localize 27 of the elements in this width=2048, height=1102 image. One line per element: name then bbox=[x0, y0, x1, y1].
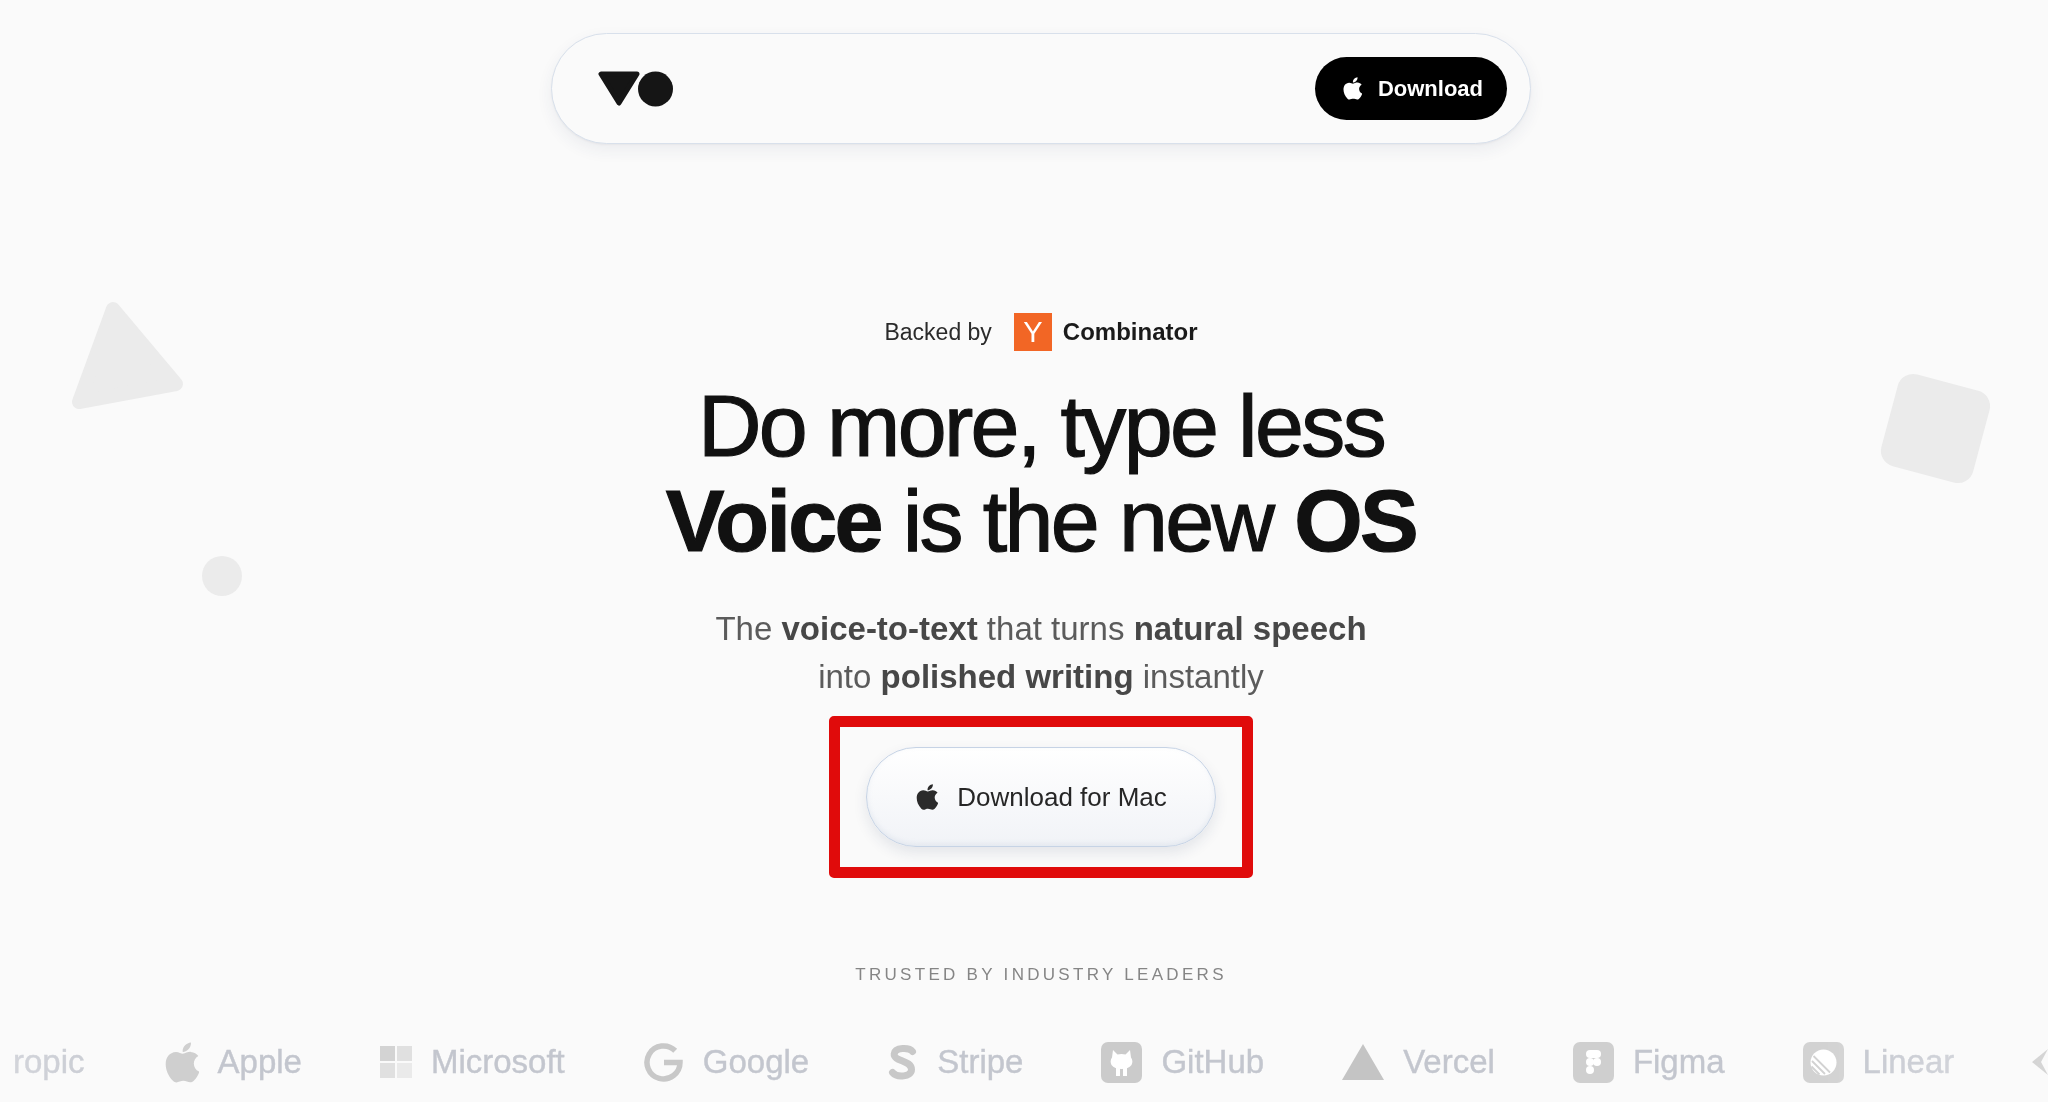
g-logo-icon bbox=[642, 1041, 684, 1083]
logo-icon[interactable] bbox=[598, 70, 674, 107]
company-name: Apple bbox=[217, 1042, 302, 1082]
apple-icon bbox=[1341, 77, 1362, 100]
company-name: GitHub bbox=[1161, 1042, 1265, 1082]
dots-tile-icon bbox=[1572, 1041, 1614, 1083]
company-name: Microsoft bbox=[430, 1042, 565, 1082]
apple-icon bbox=[915, 784, 939, 810]
company-name: Google bbox=[702, 1042, 810, 1082]
download-for-mac-button[interactable]: Download for Mac bbox=[866, 747, 1216, 847]
subtitle: The voice-to-text that turns natural speech into polished writing instantly bbox=[714, 609, 1368, 697]
cat-tile-icon bbox=[1101, 1041, 1143, 1083]
company-name: Figma bbox=[1632, 1042, 1725, 1082]
four-squares-icon bbox=[379, 1046, 412, 1078]
download-button[interactable]: Download bbox=[1314, 57, 1507, 120]
company-name: Vercel bbox=[1403, 1042, 1495, 1082]
company-name: Stripe bbox=[937, 1042, 1024, 1082]
triangle-icon bbox=[1342, 1044, 1385, 1080]
section-label: TRUSTED BY INDUSTRY LEADERS bbox=[855, 965, 1227, 985]
cut-off-logo-icon bbox=[2032, 1049, 2048, 1075]
backed-by-label: Backed by bbox=[884, 318, 992, 346]
company-name: Combinator bbox=[1062, 318, 1198, 346]
striped-circle-tile-icon bbox=[1802, 1041, 1844, 1083]
headline: Do more, type less bbox=[697, 378, 1385, 473]
headline: Voice is the new OS bbox=[665, 473, 1417, 568]
logo-tile: Y bbox=[1013, 313, 1052, 351]
s-logo-icon bbox=[887, 1043, 919, 1081]
